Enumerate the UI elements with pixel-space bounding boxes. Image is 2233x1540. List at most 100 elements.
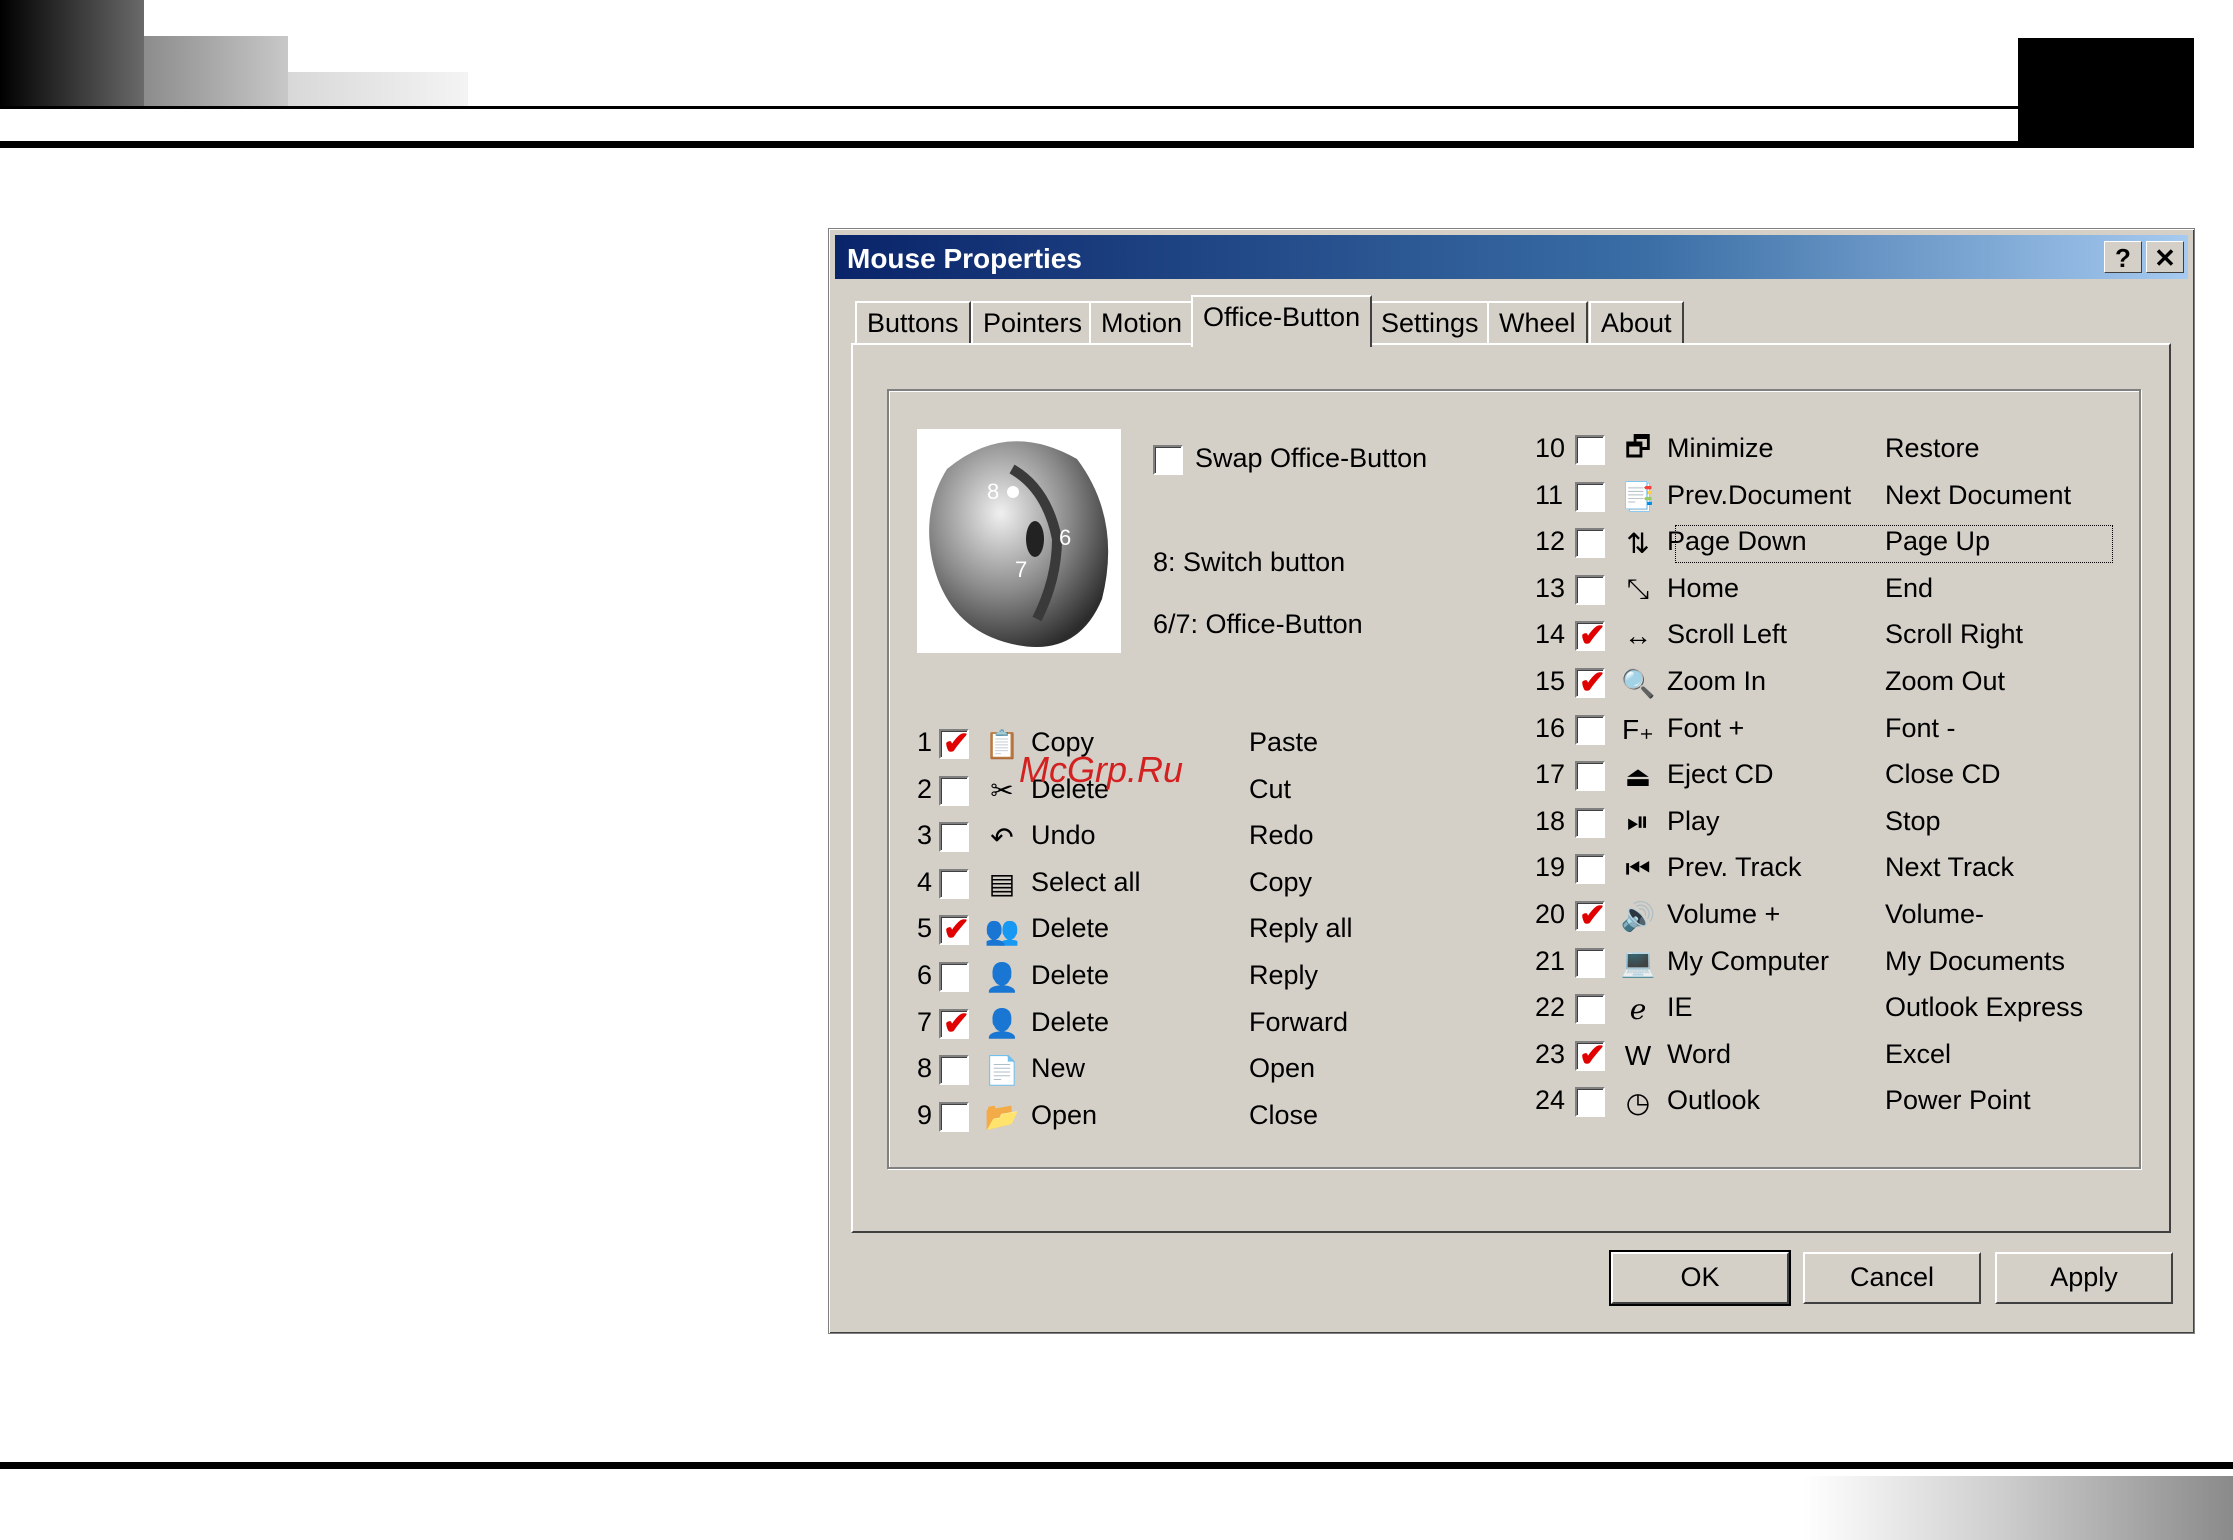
dialog-title: Mouse Properties — [847, 243, 1082, 274]
row-checkbox[interactable] — [1575, 1087, 1605, 1118]
apply-button[interactable]: Apply — [1995, 1252, 2173, 1304]
zoom-icon: 🔍 — [1620, 667, 1656, 699]
row-checkbox[interactable] — [1575, 807, 1605, 838]
word-icon: W — [1624, 1039, 1652, 1071]
row-action-secondary: Close — [1249, 1099, 1319, 1130]
row-checkbox[interactable]: ✔ — [939, 1004, 970, 1041]
row-action-secondary: Forward — [1249, 1006, 1349, 1037]
computer-icon: 💻 — [1620, 947, 1656, 979]
row-number: 5 — [917, 913, 933, 944]
row-action-primary: Eject CD — [1667, 759, 1774, 790]
row-action-primary: Delete — [1031, 1006, 1110, 1037]
row-checkbox[interactable] — [1575, 528, 1605, 559]
row-checkbox[interactable] — [939, 822, 969, 853]
row-action-secondary: Reply all — [1249, 913, 1353, 944]
row-checkbox[interactable]: ✔ — [939, 911, 970, 948]
check-mark-icon: ✔ — [943, 911, 970, 948]
mouse-label-7: 7 — [1015, 557, 1027, 582]
row-checkbox[interactable] — [1575, 854, 1605, 885]
tab-about[interactable]: About — [1589, 301, 1684, 343]
row-action-secondary: End — [1885, 572, 1934, 603]
outlook-icon: ◷ — [1625, 1086, 1651, 1118]
eject-icon: ⏏ — [1624, 760, 1652, 792]
ie-icon: ℯ — [1629, 993, 1647, 1025]
check-mark-icon: ✔ — [943, 725, 970, 761]
row-number: 14 — [1535, 619, 1566, 650]
row-action-secondary: Copy — [1249, 866, 1313, 897]
row-number: 21 — [1535, 945, 1566, 976]
row-number: 24 — [1535, 1085, 1566, 1116]
footer-gradient — [1803, 1476, 2233, 1540]
row-number: 2 — [917, 773, 933, 804]
row-action-primary: IE — [1667, 992, 1693, 1023]
footer-rule — [0, 1462, 2233, 1469]
header-gradient-block-3 — [288, 72, 468, 108]
row-action-secondary: Zoom Out — [1885, 666, 2006, 696]
close-button[interactable]: ✕ — [2146, 241, 2184, 273]
row-action-primary: Word — [1667, 1038, 1732, 1069]
page-icon: ⇅ — [1626, 527, 1650, 559]
row-action-primary: Play — [1667, 805, 1720, 836]
row-action-primary: Font + — [1667, 712, 1745, 743]
row-checkbox[interactable]: ✔ — [1575, 666, 1606, 698]
tab-buttons[interactable]: Buttons — [855, 301, 971, 343]
row-action-secondary: Restore — [1885, 433, 1980, 463]
row-checkbox[interactable] — [939, 962, 969, 992]
row-action-secondary: Stop — [1885, 805, 1941, 836]
row-checkbox[interactable] — [1575, 435, 1605, 465]
row-checkbox[interactable] — [1575, 714, 1605, 745]
row-checkbox[interactable] — [939, 1101, 969, 1132]
header-thin-rule — [0, 106, 2018, 109]
row-checkbox[interactable]: ✔ — [1575, 1039, 1606, 1071]
row-checkbox[interactable]: ✔ — [939, 725, 970, 761]
row-action-secondary: Next Document — [1885, 479, 2072, 510]
row-checkbox[interactable] — [939, 868, 969, 899]
play-pause-icon: ⏯ — [1626, 806, 1650, 838]
row-action-secondary: Outlook Express — [1885, 992, 2084, 1023]
cancel-button[interactable]: Cancel — [1803, 1252, 1981, 1304]
help-button[interactable]: ? — [2104, 241, 2142, 273]
row-action-secondary: Paste — [1249, 727, 1319, 757]
row-action-secondary: Reply — [1249, 960, 1319, 990]
row-checkbox[interactable]: ✔ — [1575, 897, 1606, 933]
row-action-secondary: Font - — [1885, 712, 1956, 743]
ok-button[interactable]: OK — [1609, 1250, 1791, 1306]
tab-pointers[interactable]: Pointers — [971, 301, 1095, 343]
row-number: 20 — [1535, 899, 1566, 929]
row-number: 4 — [917, 866, 933, 897]
row-number: 12 — [1535, 526, 1566, 557]
row-checkbox[interactable] — [939, 1055, 969, 1086]
row-number: 8 — [917, 1053, 933, 1084]
tab-settings[interactable]: Settings — [1369, 301, 1491, 343]
row-action-primary: Zoom In — [1667, 666, 1767, 696]
check-mark-icon: ✔ — [943, 1004, 970, 1041]
row-checkbox[interactable] — [1575, 574, 1605, 605]
watermark: McGrp.Ru — [1019, 749, 1184, 790]
row-checkbox[interactable] — [1575, 947, 1605, 978]
check-mark-icon: ✔ — [1579, 897, 1606, 933]
focus-rectangle — [1675, 525, 2113, 563]
copy-icon: 📋 — [984, 728, 1020, 760]
row-action-primary: New — [1031, 1053, 1086, 1084]
tab-wheel[interactable]: Wheel — [1487, 301, 1588, 343]
swap-office-button-checkbox[interactable] — [1153, 445, 1183, 475]
row-action-secondary: My Documents — [1885, 945, 2066, 976]
row-checkbox[interactable] — [939, 775, 969, 806]
document-icon: 📑 — [1620, 481, 1656, 513]
row-checkbox[interactable] — [1575, 761, 1605, 792]
reply-icon: 👤 — [984, 961, 1020, 993]
row-checkbox[interactable] — [1575, 481, 1605, 512]
row-checkbox[interactable]: ✔ — [1575, 619, 1606, 652]
forward-icon: 👤 — [984, 1008, 1020, 1040]
tab-motion[interactable]: Motion — [1089, 301, 1195, 343]
row-number: 7 — [917, 1006, 933, 1037]
scissors-icon: ✂ — [990, 775, 1014, 807]
row-checkbox[interactable] — [1575, 994, 1605, 1025]
row-action-primary: Delete — [1031, 960, 1110, 990]
home-end-icon: ⤡ — [1626, 573, 1650, 605]
row-action-secondary: Volume- — [1885, 899, 1985, 929]
volume-icon: 🔊 — [1620, 900, 1656, 932]
row-action-primary: Open — [1031, 1099, 1098, 1130]
tab-office-button[interactable]: Office-Button — [1191, 295, 1373, 347]
row-number: 22 — [1535, 992, 1566, 1023]
